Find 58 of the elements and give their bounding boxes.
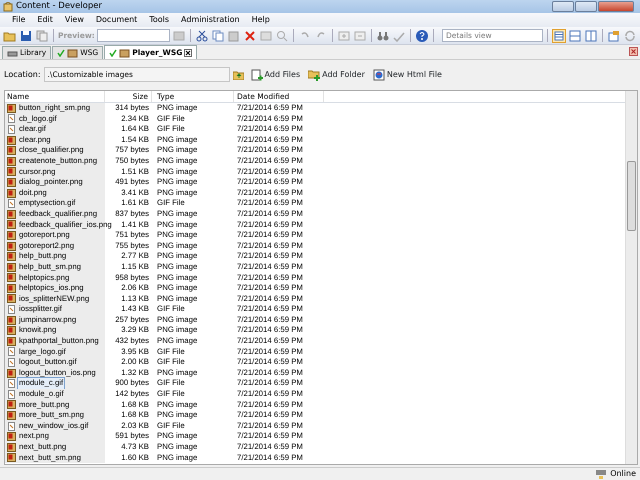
checkmark-icon [57,49,66,57]
window-icon[interactable] [606,28,621,42]
delete-icon[interactable] [243,28,258,42]
minimize-button[interactable] [552,1,574,12]
gif-file-icon [7,305,16,314]
help-icon[interactable] [414,28,429,42]
checkmark-icon [109,48,118,56]
toolbar-link[interactable]: Add Folder [307,68,366,82]
refresh-icon[interactable] [622,28,637,42]
gif-file-icon [7,379,16,388]
png-file-icon [7,104,16,113]
status-text: Online [610,468,636,480]
collapse-icon[interactable] [353,28,367,42]
properties-icon[interactable] [259,28,274,42]
horizontal-split-icon[interactable] [568,28,582,42]
menu-item[interactable]: Administration [175,14,246,26]
vertical-split-icon[interactable] [584,28,598,42]
paste-icon[interactable] [227,28,242,42]
add-files-icon [250,68,263,80]
package-icon [119,48,130,58]
folder-up-icon[interactable] [232,70,244,80]
toolbar-link[interactable]: New Html File [372,68,443,82]
window-title: Content - Developer [16,0,102,13]
menu-item[interactable]: Tools [143,14,176,26]
go-icon[interactable] [172,28,186,42]
gif-file-icon [7,347,16,356]
gif-file-icon [7,422,16,431]
scrollbar[interactable] [625,91,637,464]
copy-icon[interactable] [211,28,226,42]
close-icon[interactable] [184,48,192,56]
app-icon [3,2,13,12]
close-button[interactable] [598,1,634,12]
gif-file-icon [7,390,16,399]
copy-icon[interactable] [35,28,49,42]
cut-icon[interactable] [195,28,210,42]
png-file-icon [7,368,16,378]
package-icon [67,48,78,58]
location-label: Location: [4,68,41,80]
preview-dropdown[interactable] [96,29,170,42]
network-icon [595,469,608,479]
gif-file-icon [7,358,16,368]
close-panel-icon[interactable] [629,47,638,56]
add-folder-icon [308,68,320,80]
html-file-icon [372,68,385,80]
gif-file-icon [7,124,16,134]
details-view-icon[interactable] [552,28,566,42]
expand-icon[interactable] [337,28,351,42]
gif-file-icon [7,114,16,124]
menu-item[interactable]: Document [90,14,144,26]
search-icon[interactable] [275,28,290,42]
menu-item[interactable]: Help [246,14,276,26]
save-icon[interactable] [19,28,33,42]
menu-item[interactable]: View [58,14,90,26]
gif-file-icon [7,199,16,208]
maximize-button[interactable] [575,1,597,12]
menu-item[interactable]: Edit [31,14,59,26]
toolbar-link[interactable]: Add Files [250,68,302,82]
menu-item[interactable]: File [6,14,32,26]
